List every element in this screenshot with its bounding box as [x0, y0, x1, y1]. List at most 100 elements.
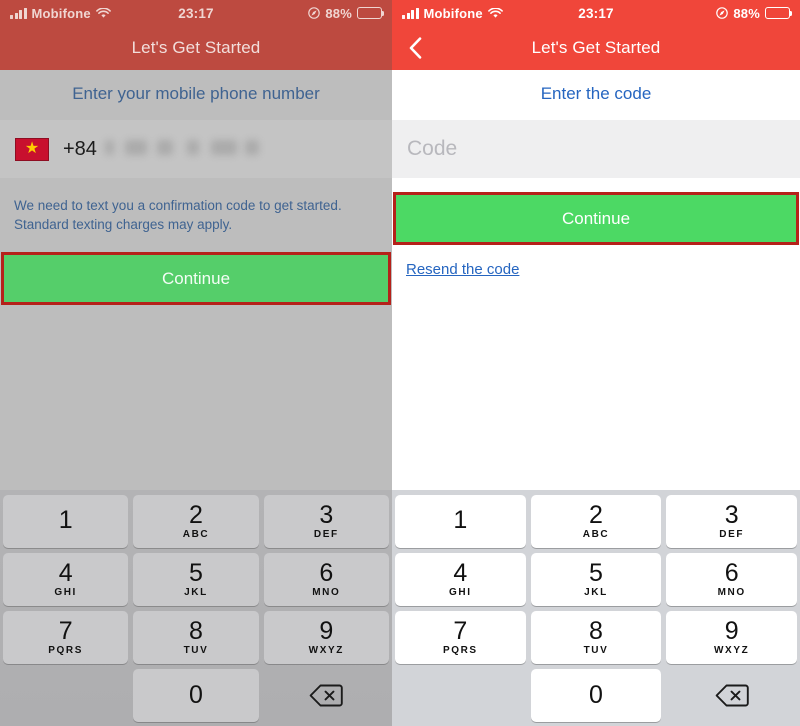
- status-bar-right: 88%: [214, 5, 385, 21]
- key-number: 1: [58, 506, 73, 535]
- location-arrow-icon: [716, 7, 729, 19]
- key-letters: ABC: [582, 529, 610, 541]
- keypad-key-1[interactable]: 1: [3, 495, 129, 548]
- status-bar-clock: 23:17: [578, 5, 614, 21]
- continue-button[interactable]: Continue: [4, 255, 388, 303]
- carrier-name: Mobifone: [423, 5, 483, 21]
- flag-star-glyph: ★: [24, 139, 40, 157]
- keypad-key-8[interactable]: 8 TUV: [530, 611, 662, 664]
- key-number: 5: [189, 558, 203, 587]
- phone-number-input-masked[interactable]: [104, 138, 295, 160]
- key-number: 9: [724, 616, 739, 645]
- keypad-key-4[interactable]: 4 GHI: [395, 553, 526, 606]
- numeric-keypad: 1 2 ABC 3 DEF 4 GHI 5 JKL 6 MNO 7 PQRS 8…: [0, 490, 392, 726]
- key-number: 0: [589, 681, 603, 710]
- form-heading: Enter the code: [540, 84, 652, 103]
- key-letters: GHI: [449, 587, 472, 599]
- continue-button-annotation: Continue: [393, 192, 799, 245]
- key-letters: DEF: [719, 529, 745, 541]
- keypad-key-7[interactable]: 7 PQRS: [395, 611, 526, 664]
- battery-percent: 88%: [733, 5, 760, 21]
- code-input-placeholder[interactable]: Code: [407, 137, 457, 161]
- nav-bar: Let's Get Started: [392, 26, 800, 70]
- screen-content: Enter the code Code Continue Resend the …: [392, 70, 800, 726]
- nav-bar: Let's Get Started: [0, 26, 392, 70]
- key-letters: PQRS: [442, 645, 478, 657]
- key-letters: GHI: [54, 587, 77, 599]
- status-bar-left: Mobifone: [10, 6, 178, 21]
- confirmation-hint-text: We need to text you a confirmation code …: [14, 198, 342, 233]
- keypad-key-9[interactable]: 9 WXYZ: [666, 611, 797, 664]
- screen-code-entry: Mobifone 23:17 88% Let's Get Started Ent…: [392, 0, 800, 726]
- battery-icon: [765, 7, 793, 19]
- key-number: 8: [189, 616, 203, 645]
- numeric-keypad: 1 2 ABC 3 DEF 4 GHI 5 JKL 6 MNO 7 PQRS 8…: [392, 490, 800, 726]
- key-number: 1: [453, 506, 468, 535]
- chevron-left-icon[interactable]: [404, 35, 426, 61]
- key-letters: WXYZ: [308, 645, 344, 657]
- status-bar-left: Mobifone: [402, 6, 578, 21]
- status-bar-clock: 23:17: [178, 5, 214, 21]
- keypad-key-8[interactable]: 8 TUV: [133, 611, 259, 664]
- code-field[interactable]: Code: [392, 120, 800, 178]
- signal-bars-icon: [402, 7, 419, 19]
- vietnam-flag-icon[interactable]: ★: [15, 137, 49, 161]
- key-letters: PQRS: [48, 645, 84, 657]
- keypad-key-7[interactable]: 7 PQRS: [3, 611, 129, 664]
- page-title: Let's Get Started: [531, 38, 661, 57]
- keypad-key-5[interactable]: 5 JKL: [133, 553, 259, 606]
- keypad-key-0[interactable]: 0: [133, 669, 259, 722]
- status-bar: Mobifone 23:17 88%: [392, 0, 800, 26]
- key-letters: DEF: [313, 529, 339, 541]
- keypad-key-4[interactable]: 4 GHI: [3, 553, 129, 606]
- status-bar-right: 88%: [614, 5, 793, 21]
- keypad-key-5[interactable]: 5 JKL: [530, 553, 662, 606]
- status-bar: Mobifone 23:17 88%: [0, 0, 392, 26]
- continue-button[interactable]: Continue: [396, 195, 796, 242]
- resend-code-link[interactable]: Resend the code: [392, 245, 533, 278]
- keypad-key-2[interactable]: 2 ABC: [133, 495, 259, 548]
- key-number: 6: [724, 558, 739, 587]
- backspace-delete-icon[interactable]: [666, 669, 797, 722]
- key-number: 7: [453, 616, 468, 645]
- key-number: 3: [724, 500, 739, 529]
- key-letters: TUV: [583, 645, 609, 657]
- keypad-key-0[interactable]: 0: [530, 669, 662, 722]
- carrier-name: Mobifone: [31, 5, 91, 21]
- location-arrow-icon: [308, 7, 321, 19]
- wifi-icon: [487, 7, 503, 19]
- key-number: 4: [58, 558, 73, 587]
- key-letters: MNO: [717, 587, 746, 599]
- screen-phone-entry: Mobifone 23:17 88% Let's Get Started Ent…: [0, 0, 392, 726]
- key-number: 4: [453, 558, 468, 587]
- key-number: 8: [589, 616, 603, 645]
- keypad-key-6[interactable]: 6 MNO: [263, 553, 389, 606]
- key-number: 7: [58, 616, 73, 645]
- signal-bars-icon: [10, 7, 27, 19]
- keypad-key-3[interactable]: 3 DEF: [666, 495, 797, 548]
- keypad-blank-key: [3, 669, 128, 722]
- wifi-icon: [95, 7, 111, 19]
- keypad-key-1[interactable]: 1: [395, 495, 526, 548]
- key-number: 5: [589, 558, 603, 587]
- screen-content: Enter your mobile phone number ★ +84 We …: [0, 70, 392, 726]
- key-number: 2: [189, 500, 203, 529]
- battery-percent: 88%: [325, 5, 352, 21]
- key-number: 2: [589, 500, 603, 529]
- key-number: 3: [319, 500, 334, 529]
- key-letters: JKL: [584, 587, 608, 599]
- key-letters: WXYZ: [714, 645, 750, 657]
- phone-number-field[interactable]: ★ +84: [0, 120, 392, 178]
- keypad-key-9[interactable]: 9 WXYZ: [263, 611, 389, 664]
- country-code-label: +84: [63, 137, 97, 160]
- form-heading: Enter your mobile phone number: [72, 84, 320, 103]
- key-letters: JKL: [184, 587, 208, 599]
- backspace-delete-icon[interactable]: [264, 669, 389, 722]
- keypad-key-2[interactable]: 2 ABC: [530, 495, 662, 548]
- key-letters: ABC: [182, 529, 210, 541]
- continue-button-annotation: Continue: [1, 252, 391, 306]
- keypad-key-3[interactable]: 3 DEF: [263, 495, 389, 548]
- keypad-key-6[interactable]: 6 MNO: [666, 553, 797, 606]
